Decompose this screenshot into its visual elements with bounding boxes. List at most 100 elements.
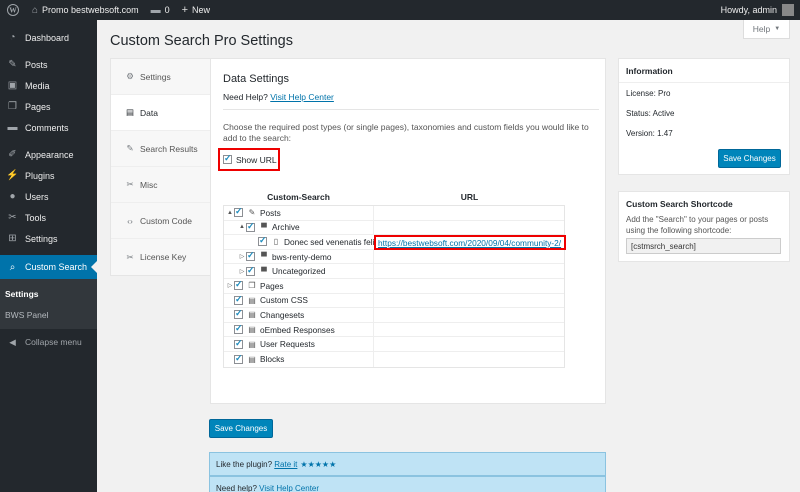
tree-checkbox[interactable] — [246, 250, 255, 262]
comments-link[interactable]: ▬ 0 — [145, 0, 176, 20]
collapse-label: Collapse menu — [25, 337, 82, 347]
tree-cell: ▲ ▀ Archive — [224, 220, 375, 235]
sidebar-item-label: Tools — [25, 212, 47, 223]
tools-icon: ✂ — [8, 212, 17, 223]
show-url-checkbox[interactable]: Show URL — [218, 148, 280, 171]
tree-label: Uncategorized — [272, 266, 326, 277]
help-button[interactable]: Help ▼ — [743, 20, 790, 39]
dashboard-icon: ◔ — [9, 32, 16, 43]
submenu-item-bws-panel[interactable]: BWS Panel — [0, 304, 97, 325]
tree-checkbox[interactable] — [234, 279, 243, 291]
sidebar-item-users[interactable]: ● Users — [0, 186, 97, 207]
tree-checkbox[interactable] — [234, 323, 243, 335]
pin-icon: ✎ — [126, 143, 134, 153]
tree-checkbox[interactable] — [246, 265, 255, 276]
sidebar-item-comments[interactable]: ▬ Comments — [0, 117, 97, 138]
box-title: Information — [619, 59, 789, 83]
sidebar-item-custom-search[interactable]: ⌕ Custom Search — [0, 255, 97, 279]
sidebar-item-media[interactable]: ▣ Media — [0, 75, 97, 96]
expand-closed-icon[interactable]: ▷ — [238, 253, 246, 260]
expand-open-icon[interactable]: ▲ — [226, 210, 234, 216]
expand-closed-icon[interactable]: ▷ — [238, 268, 246, 275]
new-content-link[interactable]: + New — [176, 0, 216, 20]
tree-checkbox[interactable] — [234, 353, 243, 364]
custom-search-submenu: Settings BWS Panel — [0, 279, 97, 329]
table-row: ▤ Blocks — [224, 351, 564, 367]
star-rating-icon[interactable]: ★★★★★ — [300, 460, 336, 469]
expand-open-icon[interactable]: ▲ — [238, 224, 246, 230]
divider — [223, 109, 599, 110]
sidebar-item-plugins[interactable]: ⚡ Plugins — [0, 165, 97, 186]
tree-checkbox[interactable] — [258, 235, 267, 247]
tree-checkbox[interactable] — [234, 206, 243, 218]
show-url-label: Show URL — [236, 154, 277, 165]
tab-license-key[interactable]: ✂ License Key — [111, 239, 210, 275]
sidebar-item-label: Dashboard — [25, 32, 70, 43]
sidebar-item-settings[interactable]: ⊞ Settings — [0, 228, 97, 249]
need-help-text: Need Help? — [223, 92, 268, 102]
save-changes-button[interactable]: Save Changes — [209, 419, 273, 438]
sidebar-item-pages[interactable]: ❐ Pages — [0, 96, 97, 117]
visit-help-center-link[interactable]: Visit Help Center — [270, 92, 334, 102]
tree-cell: ▤ Custom CSS — [224, 293, 375, 308]
tree-checkbox[interactable] — [246, 221, 255, 232]
wrench-icon: ✂ — [126, 251, 134, 262]
tab-label: Custom Code — [140, 215, 192, 226]
save-changes-button[interactable]: Save Changes — [718, 149, 781, 168]
column-header: Custom-Search — [267, 192, 330, 202]
tree-cell: ▯ Donec sed venenatis felis — [224, 235, 379, 249]
howdy-text: Howdy, admin — [720, 5, 777, 15]
tree-cell: ▲ ✎ Posts — [224, 206, 375, 220]
sidebar-item-appearance[interactable]: ✐ Appearance — [0, 144, 97, 165]
plugins-icon: ⚡ — [6, 170, 19, 181]
table-row: ▤ User Requests — [224, 337, 564, 352]
tab-label: Search Results — [140, 143, 198, 154]
table-header: Custom-Search URL — [223, 192, 565, 205]
description: Choose the required post types (or singl… — [223, 122, 589, 143]
shortcode-field[interactable]: [cstmsrch_search] — [626, 238, 781, 254]
admin-bar: W ⌂ Promo bestwebsoft.com ▬ 0 + New Howd… — [0, 0, 800, 20]
sidebar-item-label: Custom Search — [25, 262, 88, 272]
tab-data[interactable]: ▤ Data — [111, 95, 211, 131]
sidebar-item-label: Posts — [25, 59, 48, 70]
tree-cell: ▤ oEmbed Responses — [224, 322, 375, 337]
sidebar-item-dashboard[interactable]: ◔ Dashboard — [0, 27, 97, 48]
home-icon: ⌂ — [32, 4, 39, 16]
data-tree-table: Custom-Search URL ▲✎Posts▲▀Archive▯Donec… — [223, 192, 566, 368]
tree-checkbox[interactable] — [234, 294, 243, 305]
sidebar-item-label: Pages — [25, 101, 51, 112]
tree-checkbox[interactable] — [234, 308, 243, 320]
submenu-item-settings[interactable]: Settings — [0, 283, 97, 304]
information-box: Information License: Pro Status: Active … — [618, 58, 790, 175]
sidebar-item-posts[interactable]: ✎ Posts — [0, 54, 97, 75]
expand-closed-icon[interactable]: ▷ — [226, 282, 234, 289]
tab-custom-code[interactable]: ‹› Custom Code — [111, 203, 210, 239]
wordpress-logo-icon[interactable]: W — [0, 0, 26, 20]
chevron-down-icon: ▼ — [774, 26, 781, 32]
tab-settings[interactable]: ⚙ Settings — [111, 59, 210, 95]
tab-misc[interactable]: ✂ Misc — [111, 167, 210, 203]
rate-it-link[interactable]: Rate it — [274, 460, 297, 469]
page-title: Custom Search Pro Settings — [110, 33, 293, 49]
pages-icon: ❐ — [8, 101, 17, 112]
site-name-link[interactable]: ⌂ Promo bestwebsoft.com — [26, 0, 145, 20]
tab-search-results[interactable]: ✎ Search Results — [111, 131, 210, 167]
table-row: ▲ ▀ Archive — [224, 220, 564, 236]
sidebar-item-tools[interactable]: ✂ Tools — [0, 207, 97, 228]
visit-help-center-link[interactable]: Visit Help Center — [259, 484, 319, 492]
license-info: License: Pro — [626, 88, 671, 98]
checkbox[interactable] — [223, 153, 232, 164]
site-name: Promo bestwebsoft.com — [42, 5, 139, 15]
sidebar-item-label: Media — [25, 80, 50, 91]
list-icon: ▤ — [248, 339, 256, 349]
account-link[interactable]: Howdy, admin — [715, 0, 800, 20]
shortcode-box: Custom Search Shortcode Add the "Search"… — [618, 191, 790, 262]
post-url-link[interactable]: https://bestwebsoft.com/2020/09/04/commu… — [378, 238, 561, 248]
tree-cell: ▷ ▀ bws-renty-demo — [224, 249, 375, 264]
collapse-menu-button[interactable]: ◀ Collapse menu — [0, 329, 97, 355]
sidebar-item-label: Comments — [25, 122, 69, 133]
tree-cell: ▷ ❐ Pages — [224, 278, 375, 293]
svg-text:W: W — [9, 6, 17, 15]
tree-checkbox[interactable] — [234, 338, 243, 349]
table-row: ▷ ❐ Pages — [224, 278, 564, 294]
